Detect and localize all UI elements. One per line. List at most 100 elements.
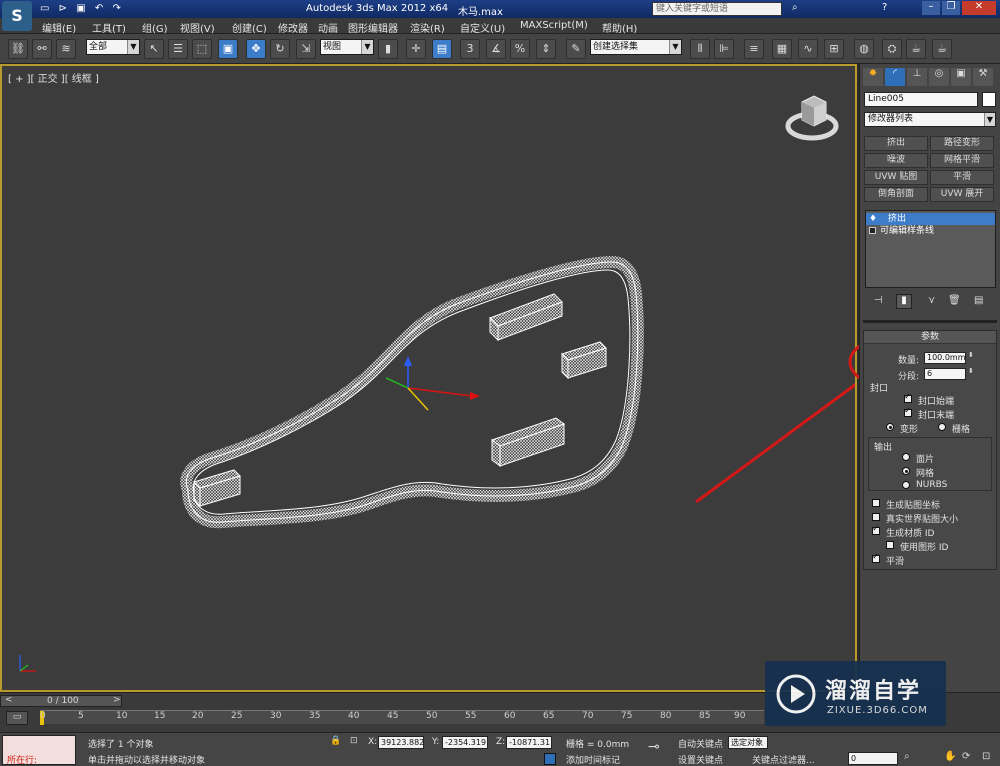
add-time-tag[interactable]: 添加时间标记 xyxy=(566,753,620,766)
percent-snap-icon[interactable]: % xyxy=(510,39,530,59)
menu-tools[interactable]: 工具(T) xyxy=(92,20,126,35)
menu-customize[interactable]: 自定义(U) xyxy=(460,20,505,35)
menu-group[interactable]: 组(G) xyxy=(142,20,168,35)
edit-named-sel-icon[interactable]: ✎ xyxy=(566,39,586,59)
grid-radio[interactable] xyxy=(938,423,946,431)
menu-help[interactable]: 帮助(H) xyxy=(602,20,637,35)
display-tab-icon[interactable]: ▣ xyxy=(951,68,971,86)
maximize-viewport-icon[interactable]: ⊡ xyxy=(982,751,990,762)
align-icon[interactable]: ⊫ xyxy=(714,39,734,59)
window-crossing-icon[interactable]: ▣ xyxy=(218,39,238,59)
lightbulb-icon[interactable]: ♦ xyxy=(869,213,877,225)
params-rollout-title[interactable]: 参数 xyxy=(864,331,996,344)
auto-key-button[interactable]: 自动关键点 xyxy=(678,737,723,750)
smooth-button[interactable]: 平滑 xyxy=(930,170,994,185)
angle-snap-icon[interactable]: ∡ xyxy=(486,39,506,59)
utilities-tab-icon[interactable]: ⚒ xyxy=(973,68,993,86)
lock-icon[interactable]: 🔒 xyxy=(330,736,341,746)
render-setup-icon[interactable]: ⛭ xyxy=(882,39,902,59)
pin-stack-icon[interactable]: ⊣ xyxy=(874,295,883,306)
make-unique-icon[interactable]: ⋎ xyxy=(928,295,935,306)
menu-animation[interactable]: 动画 xyxy=(318,20,338,35)
select-scale-icon[interactable]: ⇲ xyxy=(296,39,316,59)
search-input[interactable]: 键入关键字或短语 xyxy=(652,2,782,16)
app-logo-icon[interactable]: S xyxy=(2,1,32,31)
snaps-toggle-icon[interactable]: 3 xyxy=(460,39,480,59)
x-coord-field[interactable]: 39123.882 xyxy=(378,736,424,749)
path-deform-button[interactable]: 路径变形 xyxy=(930,136,994,151)
gen-map-coords-checkbox[interactable] xyxy=(872,499,880,507)
modifier-stack[interactable]: ♦ 挤出 可编辑样条线 xyxy=(865,210,996,288)
menu-views[interactable]: 视图(V) xyxy=(180,20,215,35)
select-move-icon[interactable]: ✥ xyxy=(246,39,266,59)
keyboard-shortcut-icon[interactable]: ▤ xyxy=(432,39,452,59)
unlink-icon[interactable]: ⚯ xyxy=(32,39,52,59)
modify-tab-icon[interactable]: ◜ xyxy=(885,68,905,86)
select-link-icon[interactable]: ⛓ xyxy=(8,39,28,59)
ref-coord-dropdown[interactable]: 视图 ▼ xyxy=(320,39,374,55)
menu-maxscript[interactable]: MAXScript(M) xyxy=(520,20,588,31)
object-name-field[interactable]: Line005 xyxy=(864,92,978,107)
prev-frame-icon[interactable]: < xyxy=(5,695,13,705)
segments-field[interactable]: 6 xyxy=(924,368,966,380)
pan-icon[interactable]: ✋ xyxy=(944,751,956,762)
save-file-icon[interactable]: ▣ xyxy=(76,3,85,14)
use-shape-id-checkbox[interactable] xyxy=(886,541,894,549)
material-editor-icon[interactable]: ◍ xyxy=(854,39,874,59)
modifier-list-dropdown[interactable]: 修改器列表 ▼ xyxy=(864,112,996,127)
graphite-tools-icon[interactable]: ▦ xyxy=(772,39,792,59)
orbit-icon[interactable]: ⟳ xyxy=(962,751,970,762)
amount-spinner-icon[interactable]: ⬍ xyxy=(968,351,974,359)
pivot-center-icon[interactable]: ▮ xyxy=(378,39,398,59)
menu-rendering[interactable]: 渲染(R) xyxy=(410,20,445,35)
binoculars-icon[interactable]: ⌕ xyxy=(792,2,798,13)
stack-item-extrude[interactable]: ♦ 挤出 xyxy=(866,213,995,225)
motion-tab-icon[interactable]: ◎ xyxy=(929,68,949,86)
zoom-icon[interactable]: ⌕ xyxy=(904,751,910,762)
select-by-name-icon[interactable]: ☰ xyxy=(168,39,188,59)
z-coord-field[interactable]: -10871.31 xyxy=(506,736,552,749)
spinner-snap-icon[interactable]: ⇕ xyxy=(536,39,556,59)
cap-end-checkbox[interactable] xyxy=(904,406,912,417)
morph-radio[interactable] xyxy=(886,423,894,431)
selected-object-dropdown[interactable]: 选定对象 xyxy=(728,736,768,749)
bind-space-warp-icon[interactable]: ≋ xyxy=(56,39,76,59)
key-filters-button[interactable]: 关键点过滤器... xyxy=(752,753,815,766)
create-tab-icon[interactable]: ✸ xyxy=(863,68,883,86)
time-slider[interactable]: < 0 / 100 > xyxy=(0,695,122,707)
expand-icon[interactable] xyxy=(869,227,876,234)
meshsmooth-button[interactable]: 网格平滑 xyxy=(930,153,994,168)
mirror-icon[interactable]: ⫴ xyxy=(690,39,710,59)
layer-manager-icon[interactable]: ≡ xyxy=(744,39,764,59)
manipulate-icon[interactable]: ✛ xyxy=(406,39,426,59)
stack-item-editable-spline[interactable]: 可编辑样条线 xyxy=(866,225,995,237)
new-file-icon[interactable]: ▭ xyxy=(40,3,49,14)
noise-button[interactable]: 噪波 xyxy=(864,153,928,168)
track-bar[interactable] xyxy=(40,710,764,725)
abs-mode-icon[interactable]: ⊡ xyxy=(350,736,358,746)
maxscript-listener[interactable]: 所在行: xyxy=(2,735,76,766)
show-end-result-icon[interactable]: ▮ xyxy=(896,294,912,309)
named-selection-dropdown[interactable]: 创建选择集 ▼ xyxy=(590,39,682,55)
gen-mat-id-checkbox[interactable] xyxy=(872,524,880,535)
key-icon[interactable]: ⊸ xyxy=(648,739,660,755)
remove-modifier-icon[interactable]: 🗑 xyxy=(948,295,961,306)
help-icon[interactable]: ? xyxy=(882,2,887,13)
viewport-front[interactable]: [ + ][ 正交 ][ 线框 ] xyxy=(0,64,978,692)
configure-sets-icon[interactable]: ▤ xyxy=(974,295,983,306)
unwrap-uvw-button[interactable]: UVW 展开 xyxy=(930,187,994,202)
bevel-profile-button[interactable]: 倒角剖面 xyxy=(864,187,928,202)
nurbs-radio[interactable] xyxy=(902,481,910,489)
extrude-button[interactable]: 挤出 xyxy=(864,136,928,151)
real-world-checkbox[interactable] xyxy=(872,513,880,521)
mesh-radio[interactable] xyxy=(902,467,910,475)
rect-selection-icon[interactable]: ⬚ xyxy=(192,39,212,59)
undo-icon[interactable]: ↶ xyxy=(95,3,103,14)
cap-start-checkbox[interactable] xyxy=(904,392,912,403)
rendered-frame-icon[interactable]: ☕ xyxy=(906,39,926,59)
menu-modifiers[interactable]: 修改器 xyxy=(278,20,308,35)
track-view-toggle-icon[interactable]: ▭ xyxy=(6,711,28,725)
render-production-icon[interactable]: ☕ xyxy=(932,39,952,59)
uvw-map-button[interactable]: UVW 贴图 xyxy=(864,170,928,185)
redo-icon[interactable]: ↷ xyxy=(112,3,120,14)
